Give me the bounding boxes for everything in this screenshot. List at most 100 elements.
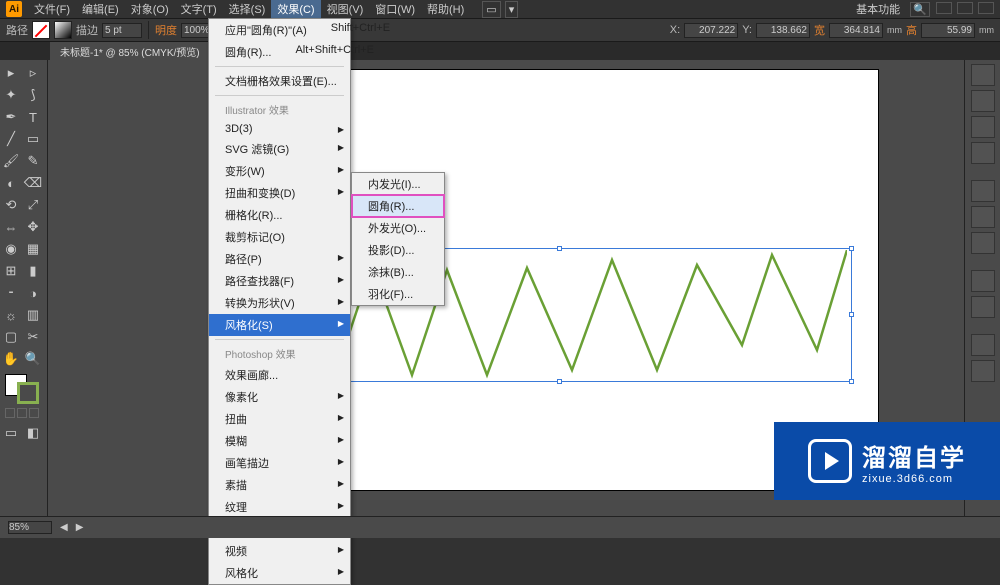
blob-brush-tool[interactable]: ◐: [0, 172, 22, 194]
menu-sketch[interactable]: 素描: [209, 474, 350, 496]
menu-effect[interactable]: 效果(C): [271, 0, 320, 19]
eraser-tool[interactable]: ⌫: [22, 172, 44, 194]
zoom-tool[interactable]: 🔍: [22, 348, 44, 370]
menu-drop-shadow[interactable]: 投影(D)...: [352, 239, 444, 261]
maximize-button[interactable]: [957, 2, 973, 14]
panel-brushes-icon[interactable]: [971, 116, 995, 138]
direct-select-tool[interactable]: ▹: [22, 62, 44, 84]
panel-swatches-icon[interactable]: [971, 90, 995, 112]
panel-layers-icon[interactable]: [971, 334, 995, 356]
minimize-button[interactable]: [936, 2, 952, 14]
scale-tool[interactable]: ⤢: [22, 194, 44, 216]
stroke-weight-input[interactable]: [102, 23, 142, 38]
menu-file[interactable]: 文件(F): [28, 0, 76, 19]
y-input[interactable]: [756, 23, 810, 38]
perspective-tool[interactable]: ▦: [22, 238, 44, 260]
blend-tool[interactable]: ◑: [22, 282, 44, 304]
slice-tool[interactable]: ✂: [22, 326, 44, 348]
menu-crop-marks[interactable]: 裁剪标记(O): [209, 226, 350, 248]
x-input[interactable]: [684, 23, 738, 38]
panel-graphic-styles-icon[interactable]: [971, 296, 995, 318]
selection-tool[interactable]: ▸: [0, 62, 22, 84]
panel-gradient-icon[interactable]: [971, 206, 995, 228]
mesh-tool[interactable]: ⊞: [0, 260, 22, 282]
menu-convert-to-shape[interactable]: 转换为形状(V): [209, 292, 350, 314]
screen-mode-alt[interactable]: ◧: [22, 422, 44, 444]
menu-last-effect[interactable]: 圆角(R)...Alt+Shift+Ctrl+E: [209, 41, 350, 63]
status-nav-next[interactable]: ▶: [76, 522, 84, 533]
menu-outer-glow[interactable]: 外发光(O)...: [352, 217, 444, 239]
menu-feather[interactable]: 羽化(F)...: [352, 283, 444, 305]
document-tab[interactable]: 未标题-1* @ 85% (CMYK/预览): [50, 42, 210, 61]
fill-swatch[interactable]: [32, 21, 50, 39]
width-tool[interactable]: ⇔: [0, 216, 22, 238]
rotate-tool[interactable]: ⟲: [0, 194, 22, 216]
hand-tool[interactable]: ✋: [0, 348, 22, 370]
menu-inner-glow[interactable]: 内发光(I)...: [352, 173, 444, 195]
free-transform-tool[interactable]: ✥: [22, 216, 44, 238]
line-tool[interactable]: ╱: [0, 128, 22, 150]
menu-path[interactable]: 路径(P): [209, 248, 350, 270]
close-button[interactable]: [978, 2, 994, 14]
width-input[interactable]: [829, 23, 883, 38]
pen-tool[interactable]: ✒: [0, 106, 22, 128]
screen-mode[interactable]: ▭: [0, 422, 22, 444]
menu-warp[interactable]: 变形(W): [209, 160, 350, 182]
symbol-sprayer-tool[interactable]: ☼: [0, 304, 22, 326]
arrange-dropdown-icon[interactable]: ▾: [505, 1, 519, 18]
menu-object[interactable]: 对象(O): [125, 0, 175, 19]
color-mode-fill[interactable]: [5, 408, 15, 418]
color-mode-grad[interactable]: [17, 408, 27, 418]
menu-rasterize[interactable]: 栅格化(R)...: [209, 204, 350, 226]
graph-tool[interactable]: ▥: [22, 304, 44, 326]
menu-texture[interactable]: 纹理: [209, 496, 350, 518]
lasso-tool[interactable]: ⟆: [22, 84, 44, 106]
menu-distort-transform[interactable]: 扭曲和变换(D): [209, 182, 350, 204]
menu-scribble[interactable]: 涂抹(B)...: [352, 261, 444, 283]
menu-blur[interactable]: 模糊: [209, 430, 350, 452]
menu-apply-last-effect[interactable]: 应用"圆角(R)"(A)Shift+Ctrl+E: [209, 19, 350, 41]
zoom-input[interactable]: [8, 521, 52, 534]
menu-brush-strokes[interactable]: 画笔描边: [209, 452, 350, 474]
menu-effect-gallery[interactable]: 效果画廊...: [209, 364, 350, 386]
search-icon[interactable]: 🔍: [910, 2, 930, 17]
menu-stylize[interactable]: 风格化(S): [209, 314, 350, 336]
panel-color-icon[interactable]: [971, 64, 995, 86]
panel-symbols-icon[interactable]: [971, 142, 995, 164]
height-input[interactable]: [921, 23, 975, 38]
menu-distort-ps[interactable]: 扭曲: [209, 408, 350, 430]
artboard-tool[interactable]: ▢: [0, 326, 22, 348]
workspace-switcher[interactable]: 基本功能: [856, 1, 900, 17]
stroke-swatch[interactable]: [54, 21, 72, 39]
menu-pixelate[interactable]: 像素化: [209, 386, 350, 408]
type-tool[interactable]: T: [22, 106, 44, 128]
menu-svg-filters[interactable]: SVG 滤镜(G): [209, 138, 350, 160]
menu-round-corners[interactable]: 圆角(R)...: [351, 194, 445, 218]
panel-transparency-icon[interactable]: [971, 232, 995, 254]
menu-stylize-ps[interactable]: 风格化: [209, 562, 350, 584]
menu-edit[interactable]: 编辑(E): [76, 0, 125, 19]
status-nav-prev[interactable]: ◀: [60, 522, 68, 533]
gradient-tool[interactable]: ▮: [22, 260, 44, 282]
menu-video[interactable]: 视频: [209, 540, 350, 562]
panel-artboards-icon[interactable]: [971, 360, 995, 382]
panel-appearance-icon[interactable]: [971, 270, 995, 292]
menu-select[interactable]: 选择(S): [223, 0, 272, 19]
layout-dropdown-icon[interactable]: ▭: [482, 1, 500, 18]
magic-wand-tool[interactable]: ✦: [0, 84, 22, 106]
brush-tool[interactable]: 🖌: [0, 150, 22, 172]
pencil-tool[interactable]: ✎: [22, 150, 44, 172]
menu-pathfinder[interactable]: 路径查找器(F): [209, 270, 350, 292]
shape-builder-tool[interactable]: ◉: [0, 238, 22, 260]
menu-help[interactable]: 帮助(H): [421, 0, 470, 19]
color-well[interactable]: [5, 374, 39, 404]
panel-stroke-icon[interactable]: [971, 180, 995, 202]
color-mode-none[interactable]: [29, 408, 39, 418]
menu-window[interactable]: 窗口(W): [369, 0, 421, 19]
menu-type[interactable]: 文字(T): [175, 0, 223, 19]
menu-3d[interactable]: 3D(3): [209, 120, 350, 138]
menu-view[interactable]: 视图(V): [321, 0, 370, 19]
eyedropper-tool[interactable]: ⁃: [0, 282, 22, 304]
menu-doc-raster-settings[interactable]: 文档栅格效果设置(E)...: [209, 70, 350, 92]
rectangle-tool[interactable]: ▭: [22, 128, 44, 150]
